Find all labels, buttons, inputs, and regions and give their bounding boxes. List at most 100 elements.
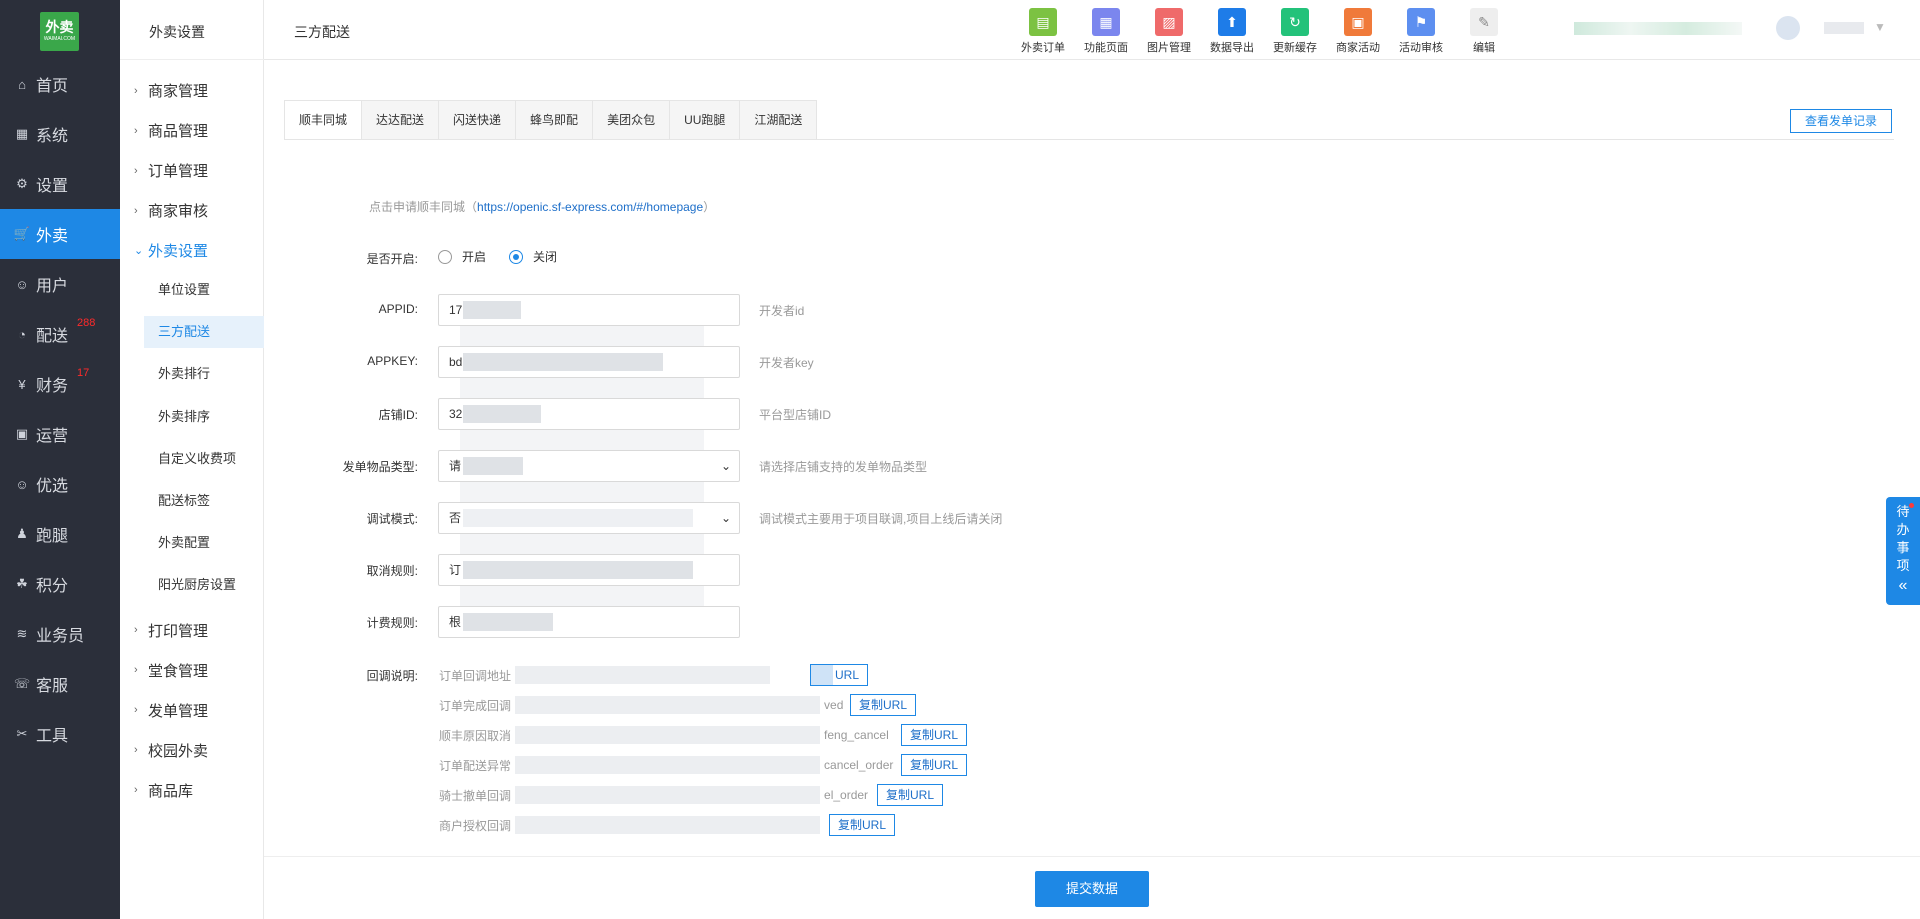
subnav-item[interactable]: 外卖排行 — [144, 358, 264, 390]
copy-url-button[interactable]: 复制URL — [850, 694, 917, 716]
subnav-item[interactable]: 外卖配置 — [144, 527, 264, 559]
cancel-rule-input[interactable]: 订 — [438, 554, 740, 586]
toolbar-label: 商家活动 — [1336, 42, 1380, 54]
toolbar-refresh-button[interactable]: ↻ 更新缓存 — [1266, 8, 1324, 55]
nav-item-label: 用户 — [36, 278, 69, 295]
copy-url-button[interactable]: 复制URL — [829, 814, 896, 836]
copy-url-button[interactable]: URL — [810, 664, 869, 686]
subnav-group[interactable]: › 商品管理 — [134, 120, 208, 141]
nav-item-2[interactable]: ▦ 系统 — [0, 109, 120, 159]
toolbar-flag-button[interactable]: ⚑ 活动审核 — [1392, 8, 1450, 55]
toolbar-label: 图片管理 — [1147, 42, 1191, 54]
nav-item-label: 运营 — [36, 428, 69, 445]
appid-input[interactable]: 17 — [438, 294, 740, 326]
submit-button[interactable]: 提交数据 — [1035, 871, 1149, 907]
radio-circle-selected[interactable] — [509, 249, 523, 264]
subnav-group[interactable]: › 商家管理 — [134, 80, 208, 101]
nav-item-6[interactable]: ◔ 配送 288 — [0, 309, 120, 359]
subnav-group[interactable]: › 校园外卖 — [134, 740, 208, 761]
enable-on-radio[interactable]: 开启 — [438, 248, 486, 265]
subnav-item[interactable]: 单位设置 — [144, 274, 264, 306]
nav-item-4[interactable]: 🛒 外卖 — [0, 209, 120, 259]
enable-off-radio[interactable]: 关闭 — [509, 248, 557, 265]
grid-icon: ▦ — [1092, 8, 1120, 36]
tab-4[interactable]: 蜂鸟即配 — [516, 100, 594, 140]
subnav-group[interactable]: ⌄ 外卖设置 — [134, 240, 208, 261]
tab-1[interactable]: 顺丰同城 — [284, 100, 363, 140]
subnav-item[interactable]: 配送标签 — [144, 485, 264, 517]
nav-item-label: 积分 — [36, 578, 69, 595]
subnav-item[interactable]: 三方配送 — [144, 316, 264, 349]
nav-item-7[interactable]: ¥ 财务 17 — [0, 359, 120, 409]
subnav-item[interactable]: 外卖排序 — [144, 401, 264, 433]
callback-url-suffix: feng_cancel — [824, 728, 889, 742]
avatar[interactable] — [1776, 16, 1800, 40]
toolbar-gift-button[interactable]: ▣ 商家活动 — [1329, 8, 1387, 55]
delivery-tabs: 顺丰同城 达达配送 闪送快递 蜂鸟即配 美团众包 UU跑腿 江湖配送 — [284, 100, 818, 140]
nav-item-14[interactable]: ✂ 工具 — [0, 709, 120, 759]
view-send-records-button[interactable]: 查看发单记录 — [1790, 109, 1892, 133]
subnav-item[interactable]: 自定义收费项 — [144, 443, 264, 475]
subnav-group[interactable]: › 商家审核 — [134, 200, 208, 221]
appid-help: 开发者id — [759, 304, 805, 318]
nav-item-1[interactable]: ⌂ 首页 — [0, 59, 120, 109]
chevron-right-icon: › — [134, 204, 138, 217]
nav-item-8[interactable]: ▣ 运营 — [0, 409, 120, 459]
subnav-item[interactable]: 阳光厨房设置 — [144, 569, 264, 601]
nav-item-13[interactable]: ☏ 客服 — [0, 659, 120, 709]
subnav-group[interactable]: › 发单管理 — [134, 700, 208, 721]
callback-url-blurred — [515, 786, 821, 804]
subnav-group-label: 商家审核 — [148, 203, 209, 220]
appkey-input[interactable]: bd — [438, 346, 740, 378]
tab-2[interactable]: 达达配送 — [362, 100, 440, 140]
nav-item-11[interactable]: ☘ 积分 — [0, 559, 120, 609]
copy-url-button[interactable]: 复制URL — [877, 784, 944, 806]
chevron-down-icon: ⌄ — [134, 245, 144, 257]
toolbar-order-button[interactable]: ▤ 外卖订单 — [1014, 8, 1072, 55]
subnav-group-label: 商品库 — [148, 782, 194, 800]
tab-3[interactable]: 闪送快递 — [439, 100, 517, 140]
nav-item-3[interactable]: ⚙ 设置 — [0, 159, 120, 209]
tab-7[interactable]: 江湖配送 — [740, 100, 818, 140]
toolbar-pen-button[interactable]: ✎ 编辑 — [1455, 8, 1513, 55]
appkey-label: APPKEY: — [367, 354, 418, 368]
windows-icon: ▦ — [15, 126, 29, 141]
fee-rule-input[interactable]: 根 — [438, 606, 740, 638]
app-logo[interactable]: 外卖 WAIMAI.COM — [40, 12, 79, 51]
apply-link[interactable]: https://openic.sf-express.com/#/homepage — [477, 200, 703, 214]
chevron-right-icon: › — [134, 784, 138, 797]
toolbar-grid-button[interactable]: ▦ 功能页面 — [1077, 8, 1135, 55]
debug-mode-select[interactable]: 否 ⌄ — [438, 502, 740, 534]
toolbar-image-button[interactable]: ▨ 图片管理 — [1140, 8, 1198, 55]
chevron-down-icon[interactable]: ▼ — [1874, 20, 1886, 34]
subnav-group[interactable]: › 商品库 — [134, 780, 193, 801]
nav-item-10[interactable]: ♟ 跑腿 — [0, 509, 120, 559]
callback-name: 订单回调地址 — [439, 668, 512, 683]
callback-url-blurred — [515, 816, 821, 834]
todo-char: 待 — [1896, 504, 1910, 519]
toolbar-upload-button[interactable]: ⬆ 数据导出 — [1203, 8, 1261, 55]
dashboard-icon: ◔ — [18, 326, 26, 342]
fee-rule-label: 计费规则: — [366, 616, 418, 630]
radio-circle[interactable] — [438, 249, 452, 264]
shop-id-input[interactable]: 32 — [438, 398, 740, 430]
nav-item-5[interactable]: ☺ 用户 — [0, 259, 120, 309]
todo-panel-toggle[interactable]: 待办事项 « — [1886, 497, 1920, 605]
goods-type-select[interactable]: 请 ⌄ — [438, 450, 740, 482]
copy-url-button[interactable]: 复制URL — [901, 724, 968, 746]
username-blurred[interactable] — [1824, 22, 1864, 34]
subnav-group[interactable]: › 堂食管理 — [134, 660, 208, 681]
subnav-group[interactable]: › 打印管理 — [134, 620, 208, 641]
subnav-group[interactable]: › 订单管理 — [134, 160, 208, 181]
callback-name: 订单完成回调 — [439, 698, 512, 713]
copy-url-button[interactable]: 复制URL — [901, 754, 968, 776]
callback-url-suffix: el_order — [824, 788, 869, 802]
shop-id-help: 平台型店铺ID — [759, 408, 832, 422]
main-sidebar: 外卖 WAIMAI.COM ⌂ 首页 ▦ 系统 ⚙ 设置 🛒 外卖 ☺ 用户 ◔ 配送 288 ¥ 财务 17… — [0, 0, 120, 919]
nav-item-12[interactable]: ≋ 业务员 — [0, 609, 120, 659]
secondary-sidebar-title: 外卖设置 — [149, 24, 205, 40]
callback-row: 骑士撤单回调 el_order — [439, 783, 868, 807]
tab-5[interactable]: 美团众包 — [593, 100, 671, 140]
tab-6[interactable]: UU跑腿 — [670, 100, 741, 140]
nav-item-9[interactable]: ☺ 优选 — [0, 459, 120, 509]
